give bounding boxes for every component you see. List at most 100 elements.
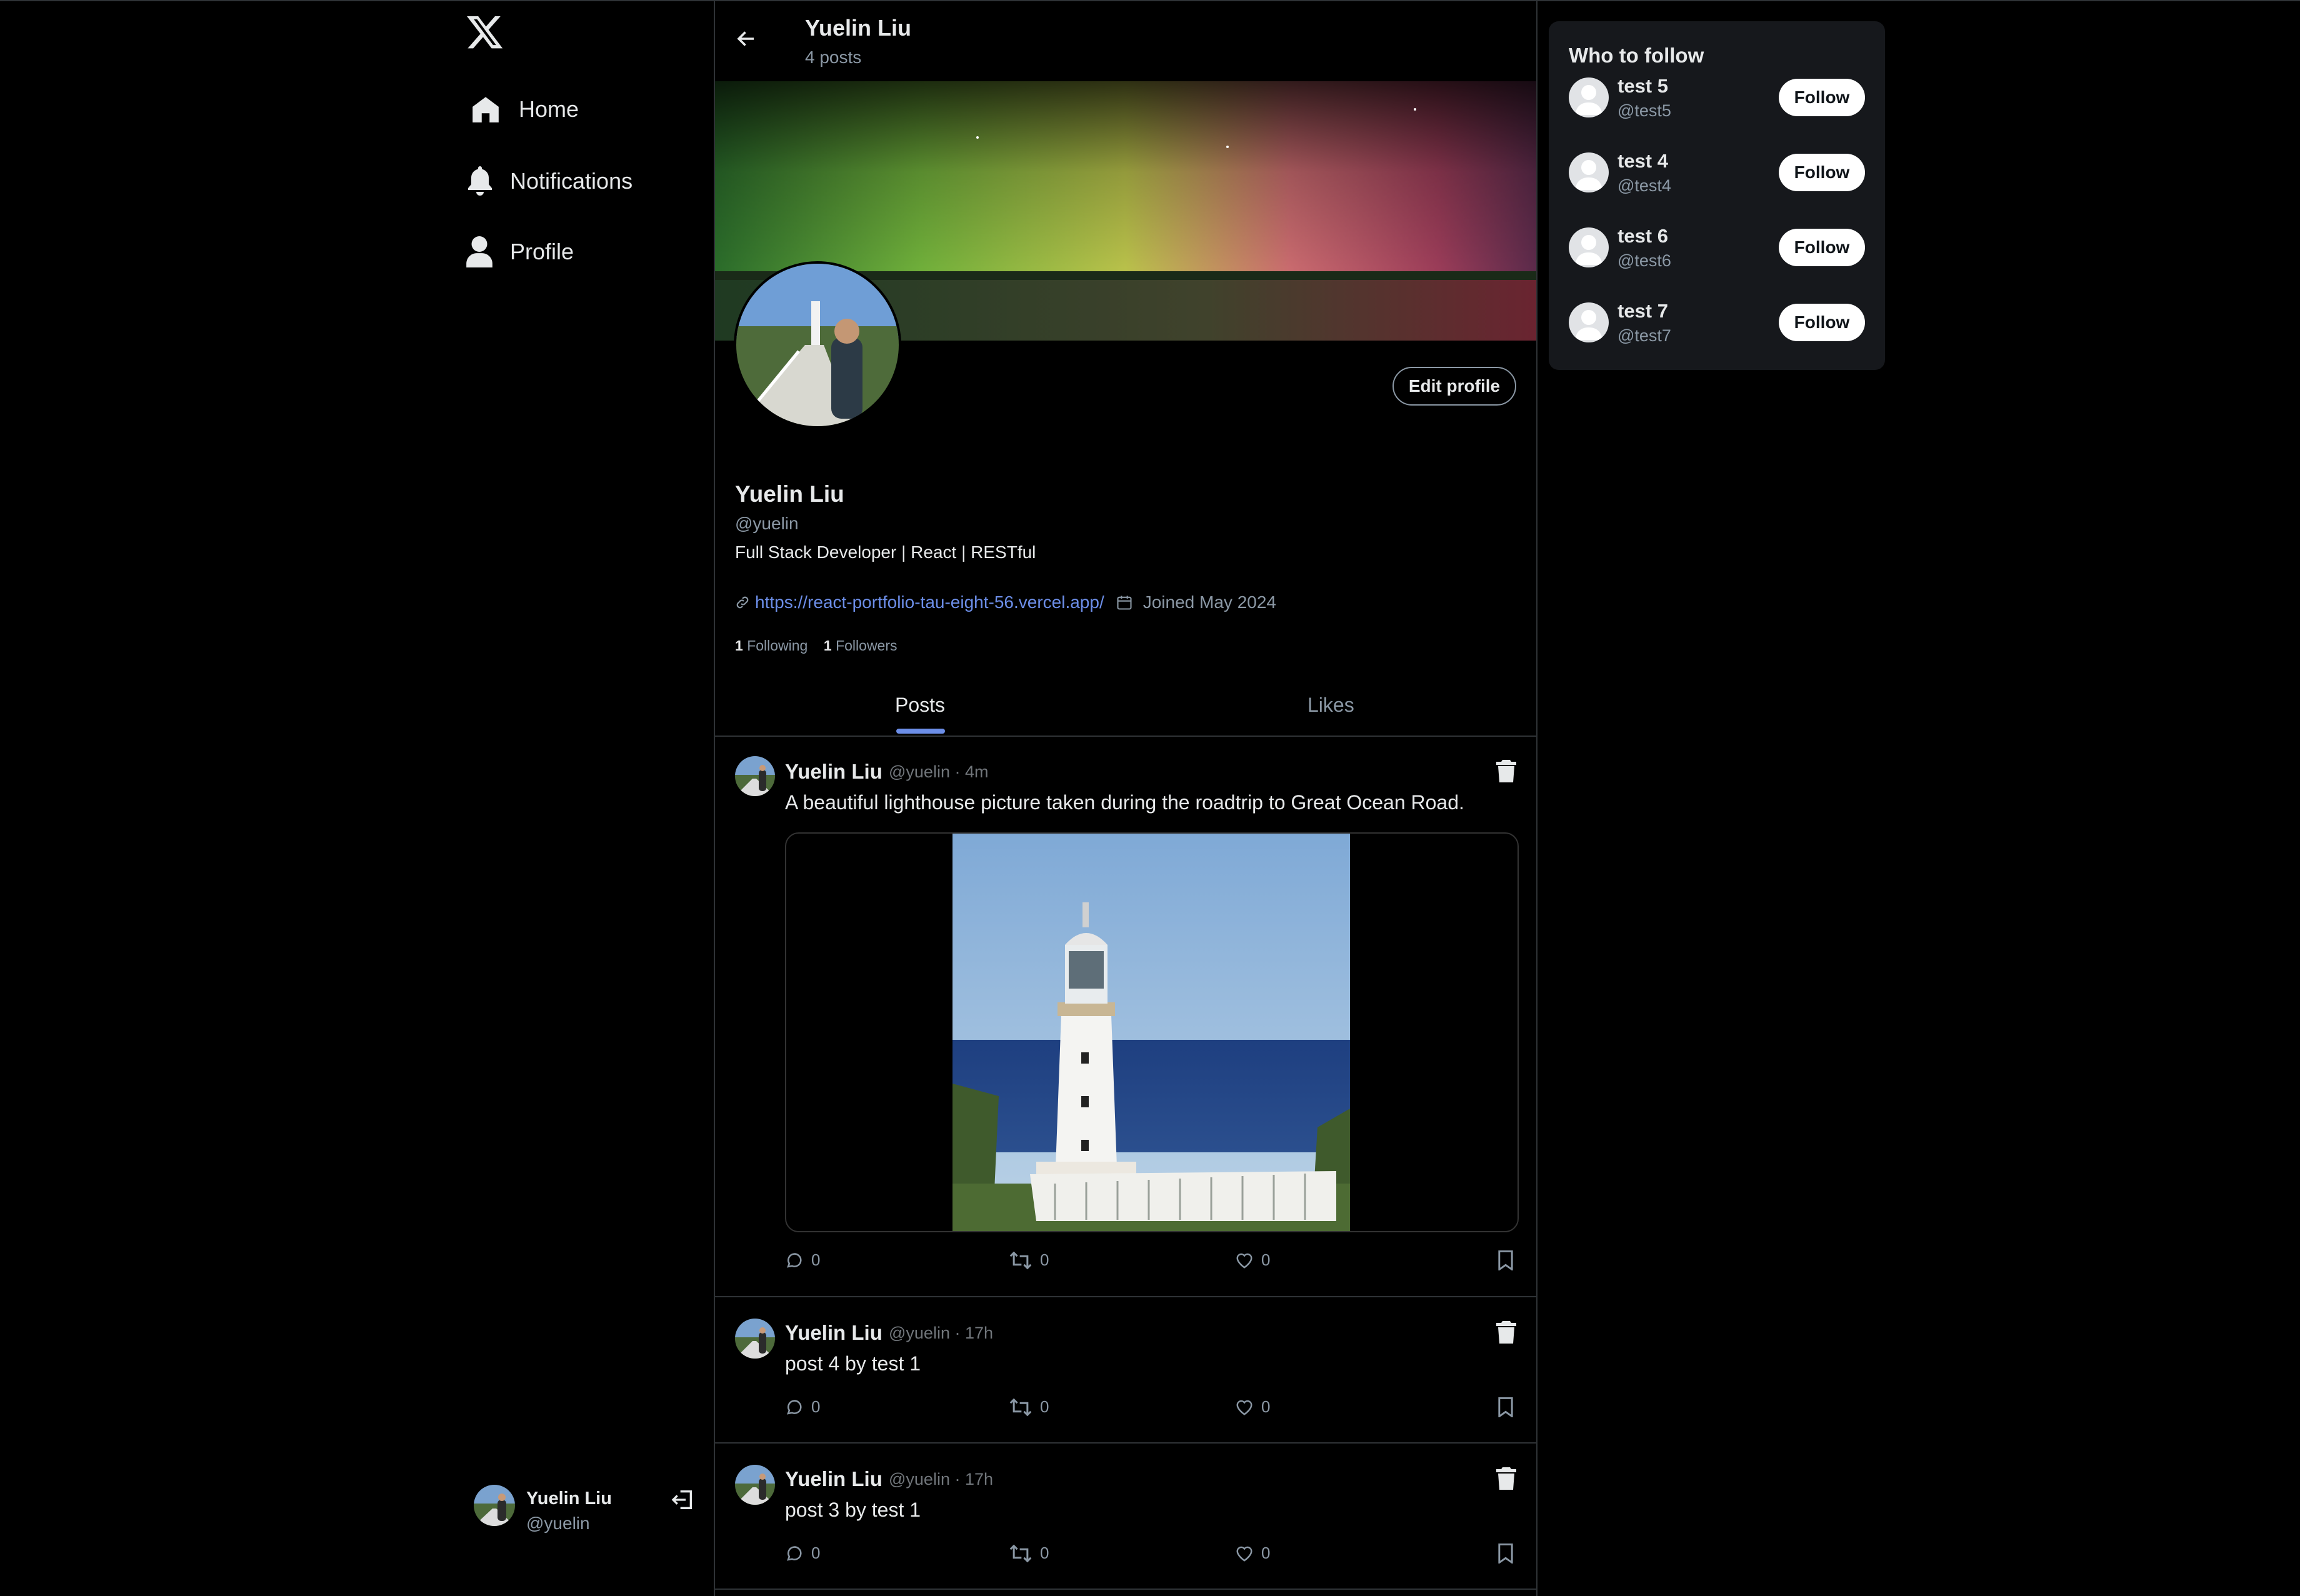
edit-profile-button[interactable]: Edit profile [1392,367,1516,406]
post-avatar[interactable] [735,1319,775,1359]
comment-button[interactable]: 0 [785,1544,820,1563]
like-count: 0 [1261,1397,1271,1416]
post-text: post 3 by test 1 [785,1499,921,1521]
profile-follow-stats: 1 Following 1 Followers [735,637,898,654]
suggested-user-name: test 5 [1618,75,1668,97]
back-arrow-icon[interactable] [735,27,758,50]
heart-icon [1235,1398,1254,1417]
post-text: A beautiful lighthouse picture taken dur… [785,791,1464,814]
who-to-follow-title: Who to follow [1569,44,1704,67]
active-tab-indicator [896,729,945,734]
default-avatar-icon [1569,77,1609,117]
nav-profile-label: Profile [510,239,574,264]
comment-button[interactable]: 0 [785,1250,820,1270]
repost-icon [1009,1398,1032,1417]
comment-count: 0 [811,1397,821,1416]
nav-profile[interactable]: Profile [466,236,574,267]
header-profile-name: Yuelin Liu [805,15,912,41]
suggested-user-name: test 6 [1618,225,1668,247]
account-avatar [474,1485,515,1526]
link-icon [735,595,750,610]
bookmark-icon[interactable] [1496,1397,1515,1417]
post-author-name[interactable]: Yuelin Liu [785,1467,882,1491]
suggested-user-name: test 7 [1618,300,1668,322]
repost-button[interactable]: 0 [1009,1397,1049,1417]
tabs-divider [715,736,1536,737]
repost-button[interactable]: 0 [1009,1544,1049,1563]
account-handle: @yuelin [526,1514,590,1533]
profile-bio: Full Stack Developer | React | RESTful [735,542,1036,562]
account-name: Yuelin Liu [526,1489,612,1509]
delete-post-icon[interactable] [1496,1467,1516,1490]
like-button[interactable]: 0 [1235,1544,1270,1563]
post-avatar[interactable] [735,756,775,796]
comment-count: 0 [811,1250,821,1269]
comment-button[interactable]: 0 [785,1397,820,1417]
delete-post-icon[interactable] [1496,1321,1516,1344]
profile-website-link[interactable]: https://react-portfolio-tau-eight-56.ver… [755,592,1104,612]
comment-icon [785,1251,804,1270]
heart-icon [1235,1544,1254,1563]
delete-post-icon[interactable] [1496,760,1516,782]
follow-button[interactable]: Follow [1779,229,1865,266]
default-avatar-icon [1569,302,1609,342]
repost-button[interactable]: 0 [1009,1250,1049,1270]
post-image[interactable] [785,832,1519,1232]
suggested-user[interactable]: test 7 @test7 Follow [1549,300,1885,371]
account-switcher[interactable] [474,1485,515,1526]
profile-name: Yuelin Liu [735,481,844,507]
suggested-user-handle: @test7 [1618,326,1671,345]
profile-avatar[interactable] [734,261,901,429]
suggested-user-handle: @test6 [1618,251,1671,270]
tab-posts[interactable]: Posts [895,694,945,717]
following-count: 1 [735,637,743,654]
followers-label: Followers [836,637,898,654]
post-author-name[interactable]: Yuelin Liu [785,1321,882,1345]
tab-likes[interactable]: Likes [1308,694,1354,717]
followers-link[interactable]: 1 Followers [824,637,898,654]
calendar-icon [1116,594,1133,611]
nav-notifications[interactable]: Notifications [468,166,632,196]
suggested-user-name: test 4 [1618,150,1668,172]
suggested-user[interactable]: test 4 @test4 Follow [1549,150,1885,221]
follow-button[interactable]: Follow [1779,154,1865,191]
user-icon [466,236,492,267]
post-meta: @yuelin · 17h [889,1324,993,1342]
post-author-name[interactable]: Yuelin Liu [785,760,882,784]
follow-button[interactable]: Follow [1779,79,1865,116]
post-text: post 4 by test 1 [785,1352,921,1375]
nav-home-label: Home [519,96,579,122]
logout-icon[interactable] [670,1487,695,1512]
like-button[interactable]: 0 [1235,1397,1270,1417]
profile-joined-date: Joined May 2024 [1142,592,1276,612]
nav-home[interactable]: Home [470,94,579,125]
like-button[interactable]: 0 [1235,1250,1270,1270]
comment-icon [785,1544,804,1563]
repost-icon [1009,1251,1032,1270]
repost-count: 0 [1040,1250,1049,1269]
following-link[interactable]: 1 Following [735,637,808,654]
suggested-user-handle: @test5 [1618,101,1671,120]
bookmark-icon[interactable] [1496,1250,1515,1270]
repost-icon [1009,1544,1032,1563]
bookmark-icon[interactable] [1496,1544,1515,1564]
comment-count: 0 [811,1544,821,1562]
suggested-user[interactable]: test 6 @test6 Follow [1549,225,1885,296]
profile-meta: https://react-portfolio-tau-eight-56.ver… [735,592,1276,612]
suggested-user[interactable]: test 5 @test5 Follow [1549,75,1885,146]
repost-count: 0 [1040,1544,1049,1562]
comment-icon [785,1398,804,1417]
heart-icon [1235,1251,1254,1270]
post-divider [715,1296,1536,1297]
like-count: 0 [1261,1250,1271,1269]
default-avatar-icon [1569,152,1609,192]
post-meta: @yuelin · 17h [889,1470,993,1489]
suggested-user-handle: @test4 [1618,176,1671,195]
repost-count: 0 [1040,1397,1049,1416]
post-avatar[interactable] [735,1465,775,1505]
x-logo-icon[interactable] [466,12,504,51]
follow-button[interactable]: Follow [1779,304,1865,341]
like-count: 0 [1261,1544,1271,1562]
followers-count: 1 [823,637,832,654]
profile-handle: @yuelin [735,514,799,533]
